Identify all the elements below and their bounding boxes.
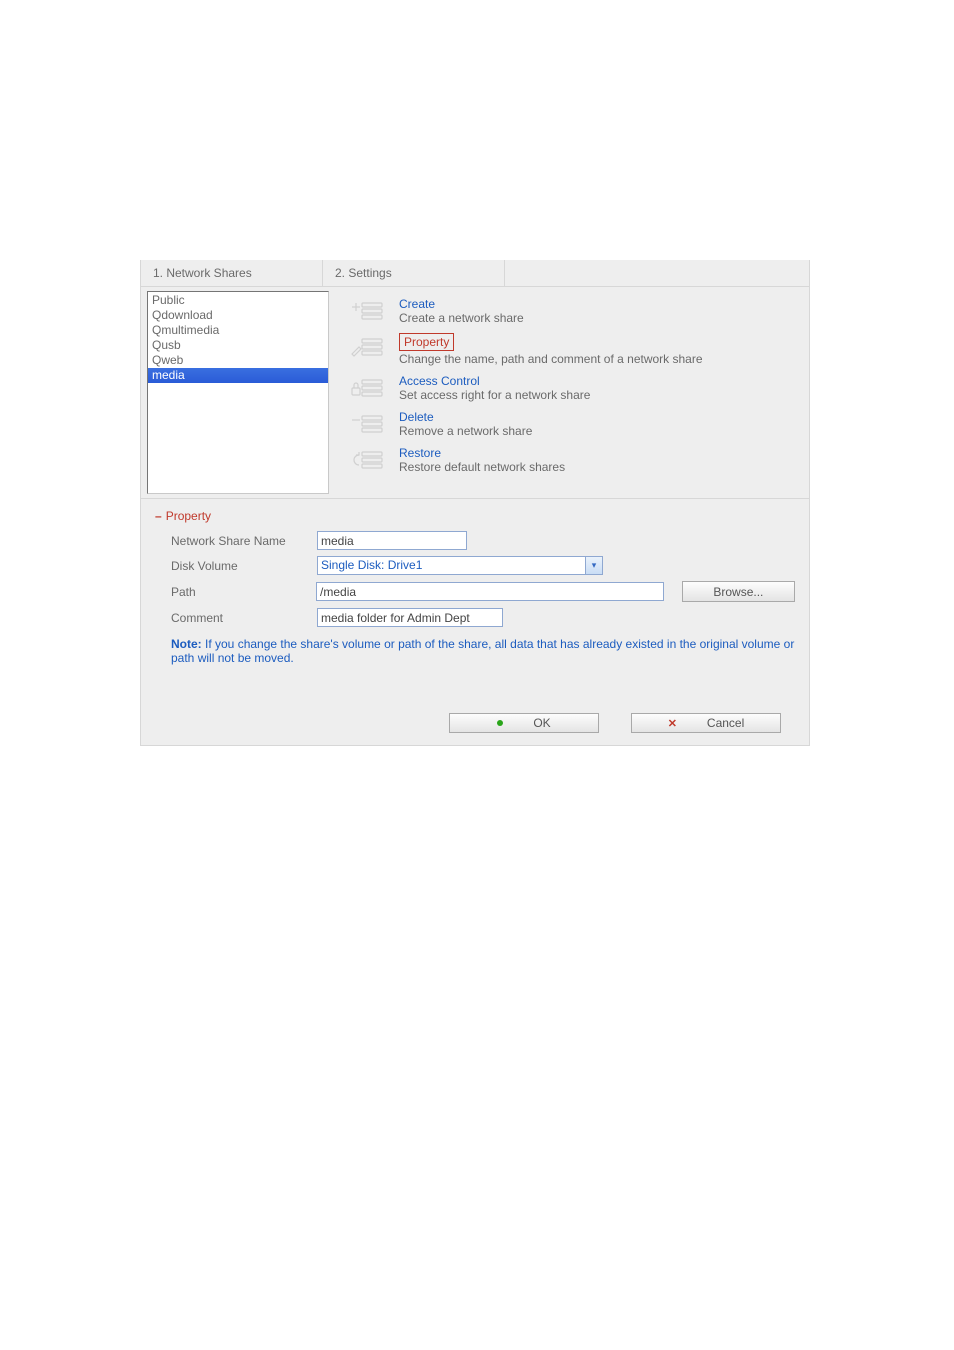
- list-item[interactable]: Public: [148, 293, 328, 308]
- action-desc: Restore default network shares: [399, 460, 565, 474]
- list-item[interactable]: Qusb: [148, 338, 328, 353]
- label-share-name: Network Share Name: [171, 534, 317, 548]
- ok-button[interactable]: OK: [449, 713, 599, 733]
- property-icon: [349, 333, 385, 361]
- tab-bar: 1. Network Shares 2. Settings: [141, 260, 809, 287]
- label-disk-volume: Disk Volume: [171, 559, 317, 573]
- note-text: Note: If you change the share's volume o…: [155, 633, 795, 665]
- action-title: Delete: [399, 410, 532, 424]
- browse-button[interactable]: Browse...: [682, 581, 795, 602]
- disk-volume-value: Single Disk: Drive1: [318, 557, 585, 574]
- action-desc: Change the name, path and comment of a n…: [399, 352, 703, 366]
- action-access-control[interactable]: Access Control Set access right for a ne…: [349, 374, 803, 402]
- action-delete[interactable]: Delete Remove a network share: [349, 410, 803, 438]
- tab-network-shares[interactable]: 1. Network Shares: [141, 260, 323, 286]
- delete-icon: [349, 410, 385, 438]
- action-property[interactable]: Property Change the name, path and comme…: [349, 333, 803, 366]
- ok-icon: [497, 720, 503, 726]
- collapse-icon[interactable]: –: [155, 509, 166, 523]
- share-name-input[interactable]: [317, 531, 467, 550]
- action-title-highlighted: Property: [399, 333, 454, 351]
- path-input[interactable]: [316, 582, 664, 601]
- restore-icon: [349, 446, 385, 474]
- action-desc: Set access right for a network share: [399, 388, 590, 402]
- action-title: Restore: [399, 446, 565, 460]
- comment-input[interactable]: [317, 608, 503, 627]
- action-restore[interactable]: Restore Restore default network shares: [349, 446, 803, 474]
- action-create[interactable]: Create Create a network share: [349, 297, 803, 325]
- list-item[interactable]: Qdownload: [148, 308, 328, 323]
- action-title: Access Control: [399, 374, 590, 388]
- label-comment: Comment: [171, 611, 317, 625]
- access-control-icon: [349, 374, 385, 402]
- close-icon: ✕: [668, 717, 677, 730]
- tab-settings[interactable]: 2. Settings: [323, 260, 505, 286]
- property-header[interactable]: –Property: [155, 509, 795, 529]
- actions-panel: Create Create a network share Property C…: [333, 287, 809, 498]
- property-section: –Property Network Share Name Disk Volume…: [141, 499, 809, 745]
- create-icon: [349, 297, 385, 325]
- disk-volume-select[interactable]: Single Disk: Drive1 ▾: [317, 556, 603, 575]
- chevron-down-icon[interactable]: ▾: [585, 557, 602, 574]
- list-item[interactable]: Qmultimedia: [148, 323, 328, 338]
- label-path: Path: [171, 585, 316, 599]
- list-item[interactable]: Qweb: [148, 353, 328, 368]
- cancel-button[interactable]: ✕ Cancel: [631, 713, 781, 733]
- share-listbox[interactable]: Public Qdownload Qmultimedia Qusb Qweb m…: [147, 291, 329, 494]
- list-item-selected[interactable]: media: [148, 368, 328, 383]
- action-title: Create: [399, 297, 524, 311]
- action-desc: Remove a network share: [399, 424, 532, 438]
- network-share-panel: 1. Network Shares 2. Settings Public Qdo…: [140, 260, 810, 746]
- action-desc: Create a network share: [399, 311, 524, 325]
